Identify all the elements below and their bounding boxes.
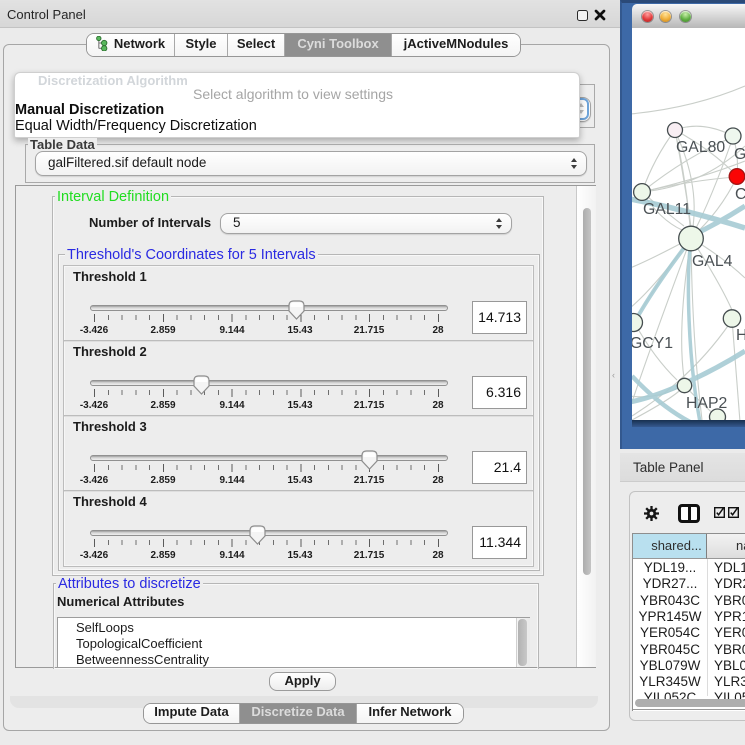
svg-text:HAP2: HAP2	[686, 395, 727, 412]
svg-text:H: H	[736, 327, 745, 344]
svg-text:GA: GA	[734, 146, 745, 163]
svg-text:C: C	[735, 186, 745, 203]
svg-text:GAL80: GAL80	[676, 139, 725, 156]
svg-text:GCY1: GCY1	[632, 335, 673, 352]
svg-text:GAL11: GAL11	[643, 201, 691, 218]
svg-text:GAL4: GAL4	[692, 253, 733, 270]
